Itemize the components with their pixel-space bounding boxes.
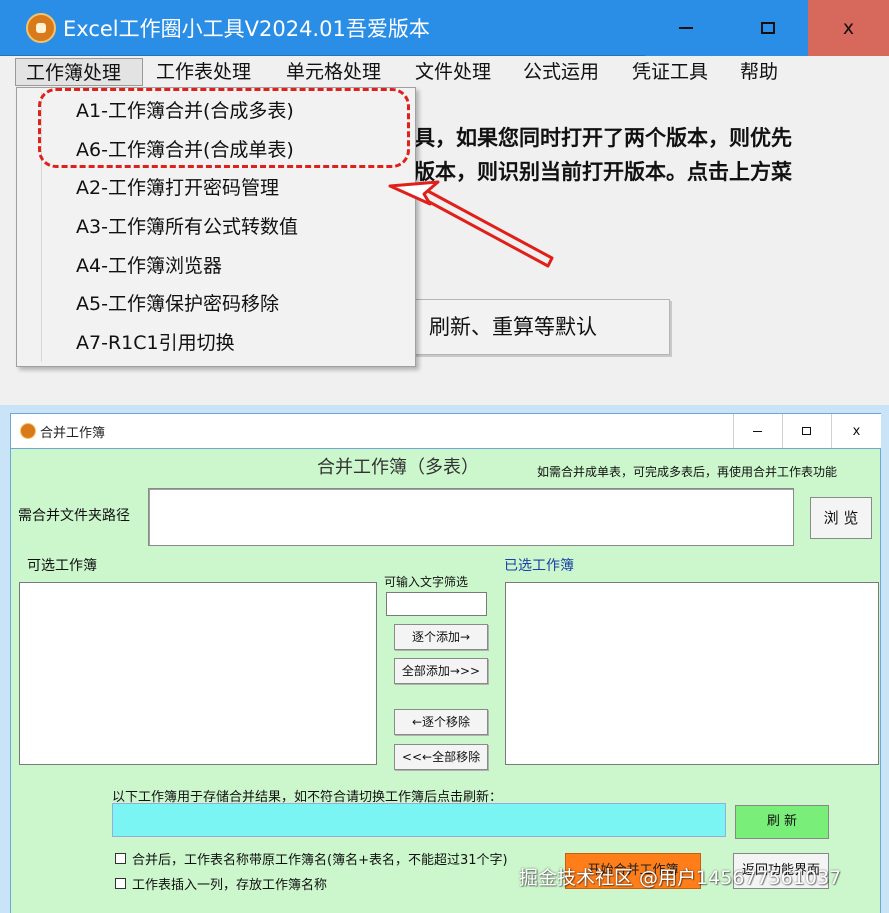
menu-formula[interactable]: 公式运用 [523,58,599,86]
app-logo-icon [20,423,36,439]
maximize-button[interactable] [727,0,809,56]
maximize-icon [761,22,775,34]
main-tool-window: Excel工作圈小工具V2024.01吾爱版本 x 工作簿处理 工作表处理 单元… [0,0,889,405]
close-button[interactable]: x [808,0,889,56]
merge-workbook-window: 合并工作簿 x 合并工作簿（多表） 如需合并成单表，可完成多表后，再使用合并工作… [0,405,889,913]
browse-button[interactable]: 浏 览 [810,497,872,539]
menu-voucher[interactable]: 凭证工具 [632,58,708,86]
result-workbook-field[interactable] [112,803,726,837]
selected-workbooks-label: 已选工作簿 [504,558,574,574]
form-hint: 如需合并成单表，可完成多表后，再使用合并工作表功能 [537,465,838,479]
arrow-annotation-icon [388,180,554,268]
selected-workbooks-list[interactable] [505,582,879,765]
minimize-button[interactable] [645,0,727,56]
available-workbooks-list[interactable] [19,582,377,765]
menu-item-a5[interactable]: A5-工作簿保护密码移除 [76,289,279,319]
checkbox-row-insert-column[interactable]: 工作表插入一列，存放工作簿名称 [115,874,327,893]
app-logo-icon [26,13,56,43]
minimize-button[interactable] [733,414,781,448]
dialog-title-bar[interactable]: 合并工作簿 x [10,413,881,449]
watermark: 掘金技术社区 @用户145677561037 [519,863,841,890]
watermark-text-end: 37 [816,867,842,889]
add-one-button[interactable]: 逐个添加→ [394,624,488,650]
close-button[interactable]: x [831,414,881,448]
maximize-icon [802,427,811,435]
minimize-icon [679,27,693,29]
filter-label: 可输入文字筛选 [384,575,469,589]
menu-cell[interactable]: 单元格处理 [286,58,381,86]
default-settings-button[interactable]: 刷新、重算等默认 [410,299,670,355]
checkbox-label: 合并后，工作表名称带原工作簿名(簿名+表名，不能超过31个字) [132,853,508,868]
dialog-title: 合并工作簿 [40,426,106,441]
form-title: 合并工作簿（多表） [317,457,479,478]
highlight-annotation [38,88,410,168]
checkbox-row-sheet-name[interactable]: 合并后，工作表名称带原工作簿名(簿名+表名，不能超过31个字) [115,849,508,868]
folder-path-label: 需合并文件夹路径 [18,508,130,524]
maximize-button[interactable] [782,414,830,448]
menu-workbook[interactable]: 工作簿处理 [15,58,143,86]
menu-bar: 工作簿处理 工作表处理 单元格处理 文件处理 公式运用 凭证工具 帮助 [0,56,889,88]
menu-item-a7[interactable]: A7-R1C1引用切换 [76,328,235,358]
watermark-text: 掘金技术社区 @用户1456775610 [519,867,817,889]
menu-file[interactable]: 文件处理 [415,58,491,86]
folder-path-input[interactable] [148,488,794,546]
title-bar[interactable]: Excel工作圈小工具V2024.01吾爱版本 x [0,0,889,56]
checkbox-label: 工作表插入一列，存放工作簿名称 [132,878,328,893]
menu-item-a3[interactable]: A3-工作簿所有公式转数值 [76,212,298,242]
close-icon: x [842,17,855,39]
checkbox[interactable] [115,853,126,864]
menu-item-a4[interactable]: A4-工作簿浏览器 [76,251,222,281]
available-workbooks-label: 可选工作簿 [27,558,97,574]
close-icon: x [852,423,861,439]
filter-input[interactable] [386,592,487,616]
menu-item-a2[interactable]: A2-工作簿打开密码管理 [76,173,279,203]
refresh-button[interactable]: 刷 新 [735,805,829,839]
add-all-button[interactable]: 全部添加→>> [394,658,488,684]
intro-text-line-1: 具，如果您同时打开了两个版本，则优先 [414,126,792,150]
remove-one-button[interactable]: ←逐个移除 [394,709,488,735]
minimize-icon [753,430,762,432]
menu-worksheet[interactable]: 工作表处理 [156,58,251,86]
menu-help[interactable]: 帮助 [740,58,778,86]
checkbox[interactable] [115,878,126,889]
window-title: Excel工作圈小工具V2024.01吾爱版本 [63,17,430,41]
remove-all-button[interactable]: <<←全部移除 [394,744,488,770]
